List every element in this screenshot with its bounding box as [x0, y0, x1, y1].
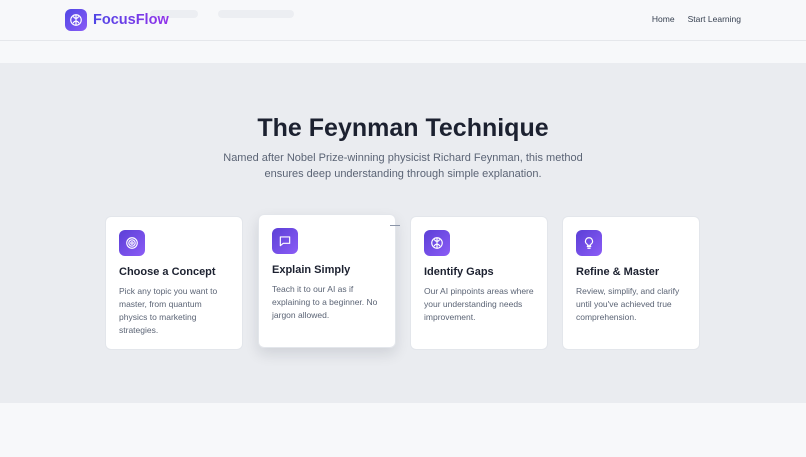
chat-bubble-icon	[272, 228, 298, 254]
nav-links: Home Start Learning	[652, 14, 741, 24]
target-icon	[119, 230, 145, 256]
step-connector-line	[390, 225, 400, 226]
step-title: Refine & Master	[576, 266, 660, 278]
lightbulb-icon	[576, 230, 602, 256]
brain-icon	[424, 230, 450, 256]
step-title: Identify Gaps	[424, 266, 494, 278]
step-description: Teach it to our AI as if explaining to a…	[272, 284, 378, 320]
step-card-choose-concept: Choose a Concept Pick any topic you want…	[105, 216, 243, 350]
step-title: Choose a Concept	[119, 266, 216, 278]
step-card-explain-simply: Explain Simply Teach it to our AI as if …	[258, 214, 396, 348]
faded-background-bar	[218, 10, 294, 18]
brand-logo-link[interactable]: FocusFlow	[65, 9, 169, 31]
step-card-refine-master: Refine & Master Review, simplify, and cl…	[562, 216, 700, 350]
step-description: Our AI pinpoints areas where your unders…	[424, 286, 534, 322]
step-card-identify-gaps: Identify Gaps Our AI pinpoints areas whe…	[410, 216, 548, 350]
step-description: Review, simplify, and clarify until you'…	[576, 286, 680, 322]
nav-item-home[interactable]: Home	[652, 14, 675, 24]
section-title: The Feynman Technique	[257, 114, 549, 142]
section-subtitle: Named after Nobel Prize-winning physicis…	[223, 152, 583, 180]
nav-item-start-learning[interactable]: Start Learning	[688, 14, 741, 24]
brain-icon	[65, 9, 87, 31]
step-title: Explain Simply	[272, 264, 351, 276]
brand-name: FocusFlow	[93, 12, 169, 28]
top-navbar: FocusFlow Home Start Learning	[0, 0, 806, 41]
step-description: Pick any topic you want to master, from …	[119, 286, 218, 335]
